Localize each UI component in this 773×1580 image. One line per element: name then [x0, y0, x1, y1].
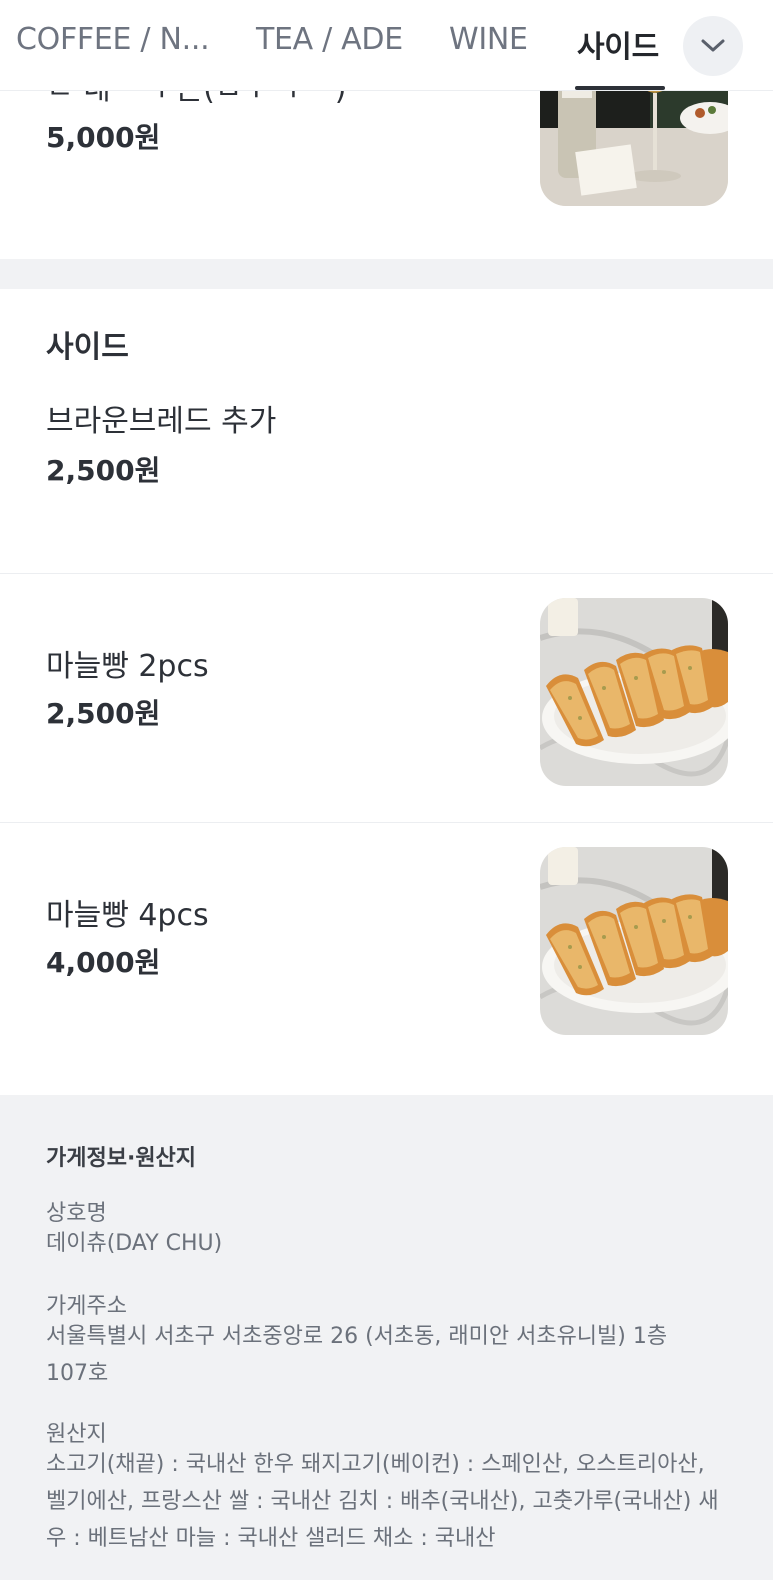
- store-info-title: 가게정보·원산지: [46, 1146, 197, 1171]
- chevron-down-icon: [701, 39, 725, 52]
- menu-item-name: 마늘빵 2pcs: [46, 649, 209, 684]
- expand-tabs-button[interactable]: [683, 16, 743, 76]
- active-tab-indicator: [575, 86, 665, 90]
- menu-item-photo-garlic-bread[interactable]: [540, 598, 728, 786]
- menu-page: ㄴ 네ㅡ ㅜ든(ㅁㅜ ㅜㅡ) 5,000원 사이드: [0, 0, 773, 1580]
- divider: [0, 822, 773, 823]
- origin-value: 소고기(채끝) : 국내산 한우 돼지고기(베이컨) : 스페인산, 오스트리아…: [46, 1452, 719, 1551]
- divider: [0, 573, 773, 574]
- category-tab-bar: COFFEE / N... TEA / ADE WINE 사이드: [0, 0, 773, 91]
- tab-tea-ade[interactable]: TEA / ADE: [256, 22, 403, 62]
- menu-item-price: 2,500원: [46, 697, 161, 730]
- tab-wine[interactable]: WINE: [449, 22, 528, 62]
- menu-item-price: 5,000원: [46, 121, 161, 154]
- store-name-label: 상호명: [46, 1201, 107, 1226]
- menu-item-price: 4,000원: [46, 946, 161, 979]
- store-address-label: 가게주소: [46, 1294, 127, 1319]
- store-address-value: 서울특별시 서초구 서초중앙로 26 (서초동, 래미안 서초유니빌) 1층 1…: [46, 1324, 668, 1386]
- tab-coffee[interactable]: COFFEE / N...: [16, 22, 210, 62]
- menu-item-name: 브라운브레드 추가: [46, 404, 277, 439]
- menu-item-price: 2,500원: [46, 454, 161, 487]
- section-title: 사이드: [46, 330, 129, 365]
- tab-side[interactable]: 사이드: [577, 22, 659, 65]
- store-info-section: 가게정보·원산지 상호명 데이츄(DAY CHU) 가게주소 서울특별시 서초구…: [0, 1095, 773, 1580]
- store-name-value: 데이츄(DAY CHU): [46, 1231, 223, 1256]
- menu-item-name: 마늘빵 4pcs: [46, 898, 209, 933]
- origin-label: 원산지: [46, 1422, 107, 1447]
- section-gap: [0, 259, 773, 289]
- menu-item-photo-garlic-bread[interactable]: [540, 847, 728, 1035]
